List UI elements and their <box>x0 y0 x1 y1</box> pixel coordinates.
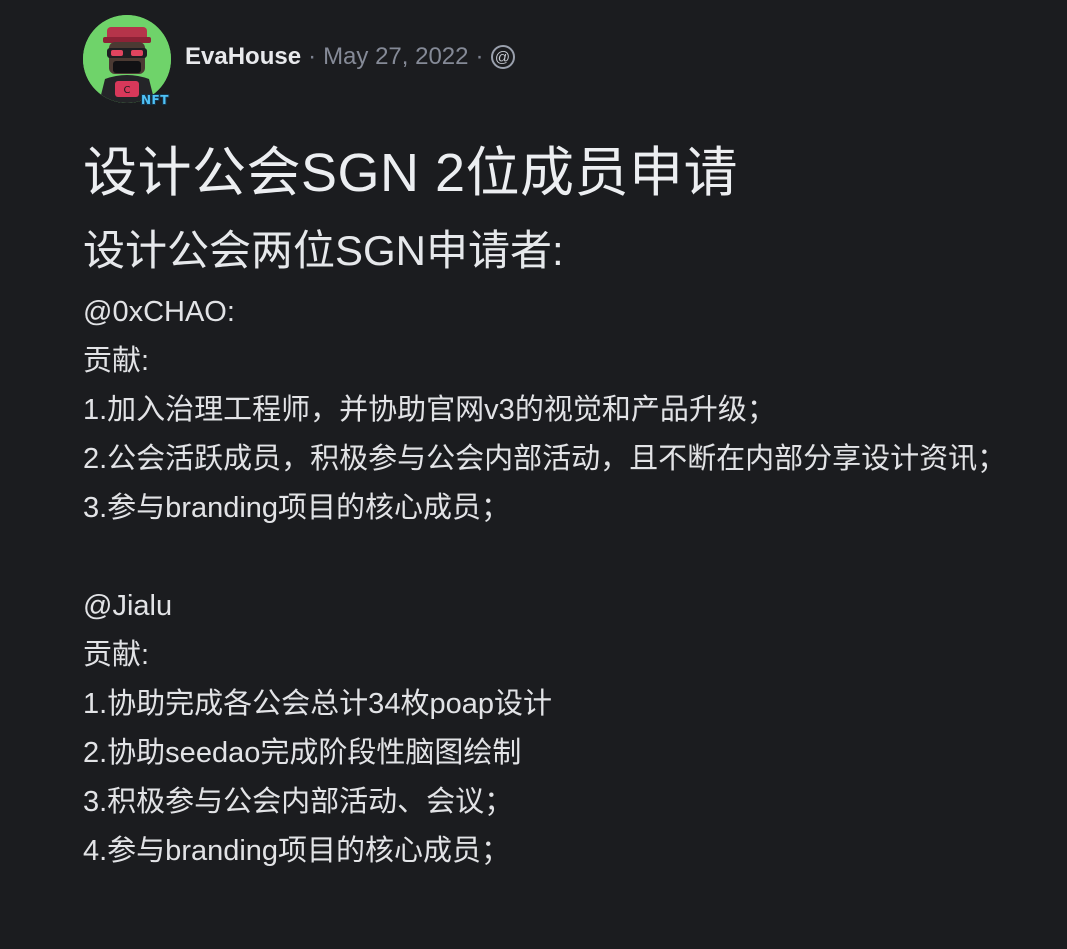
contribution-item: 3.积极参与公会内部活动、会议； <box>83 786 514 818</box>
applicant-handle: @Jialu <box>83 590 173 622</box>
contribution-item: 1.协助完成各公会总计34枚poap设计 <box>83 688 552 720</box>
contribution-item: 2.协助seedao完成阶段性脑图绘制 <box>83 737 522 769</box>
contribution-item: 1.加入治理工程师，并协助官网v3的视觉和产品升级； <box>83 394 776 426</box>
post-body: @0xCHAO: 贡献: 1.加入治理工程师，并协助官网v3的视觉和产品升级； … <box>83 288 1043 876</box>
avatar[interactable]: C NFT <box>83 15 171 107</box>
contribution-item: 2.公会活跃成员，积极参与公会内部活动，且不断在内部分享设计资讯； <box>83 443 1007 475</box>
contribution-label: 贡献: <box>83 345 150 377</box>
post-date[interactable]: May 27, 2022 <box>323 43 468 71</box>
svg-text:C: C <box>124 85 131 96</box>
avatar-image: C <box>83 15 171 103</box>
at-icon[interactable]: @ <box>490 45 515 69</box>
post-meta: EvaHouse · May 27, 2022 · @ <box>185 43 515 71</box>
nft-badge: NFT <box>141 93 169 107</box>
post-title: 设计公会SGN 2位成员申请 <box>83 143 739 203</box>
meta-separator: · <box>308 43 317 70</box>
meta-separator: · <box>475 43 484 70</box>
author-name[interactable]: EvaHouse <box>185 43 301 71</box>
post-header: C NFT EvaHouse · May 27, 2022 · @ <box>83 14 1043 107</box>
contribution-item: 4.参与branding项目的核心成员； <box>83 835 511 867</box>
avatar-illustration: C <box>83 15 171 103</box>
contribution-item: 3.参与branding项目的核心成员； <box>83 492 511 524</box>
post: C NFT EvaHouse · May 27, 2022 · @ 设计公会SG… <box>83 14 1043 876</box>
post-subtitle: 设计公会两位SGN申请者: <box>83 227 564 274</box>
applicant-handle: @0xCHAO: <box>83 296 235 328</box>
contribution-label: 贡献: <box>83 639 150 671</box>
